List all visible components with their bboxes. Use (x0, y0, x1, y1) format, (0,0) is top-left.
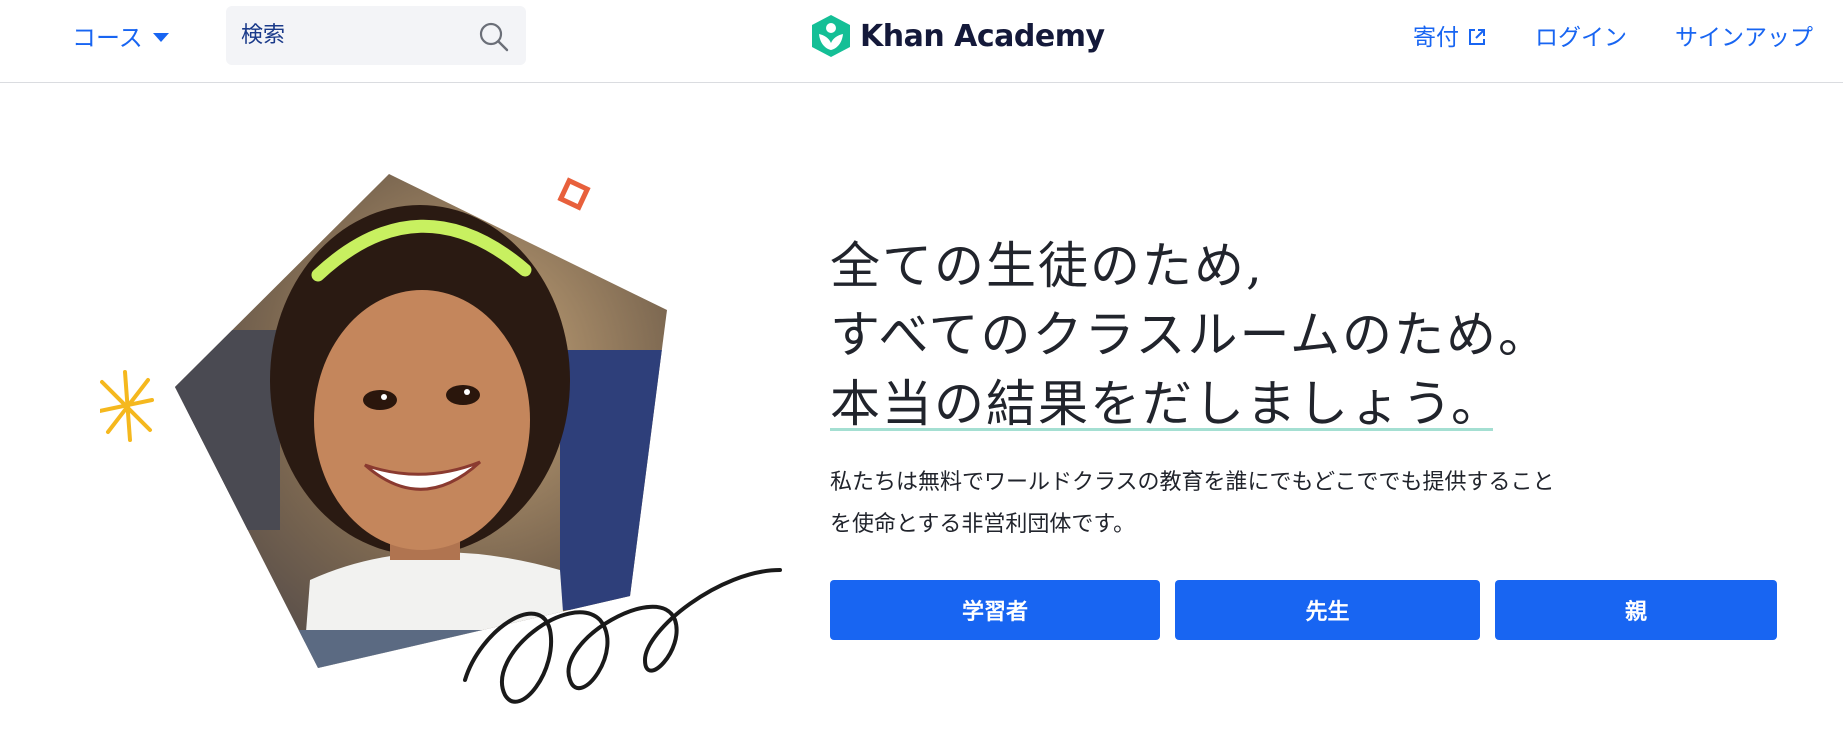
search-icon[interactable] (478, 21, 510, 53)
header-nav: 寄付 ログイン サインアップ (1413, 18, 1813, 52)
login-link[interactable]: ログイン (1535, 18, 1627, 52)
login-label: ログイン (1535, 25, 1627, 51)
courses-menu-button[interactable]: コース (72, 18, 169, 52)
mission-line-1: 私たちは無料でワールドクラスの教育を誰にでもどこででも提供すること (830, 470, 1555, 495)
logo-text: Khan Academy (860, 18, 1105, 54)
khan-academy-leaf-icon (812, 15, 850, 57)
caret-down-icon (152, 32, 169, 42)
donate-label: 寄付 (1413, 25, 1459, 51)
mission-statement: 私たちは無料でワールドクラスの教育を誰にでもどこででも提供すること を使命とする… (830, 462, 1660, 546)
signup-label: サインアップ (1675, 25, 1813, 51)
hero-headline: 全ての生徒のため, すべてのクラスルームのため。 本当の結果をだしましょう。 (830, 232, 1550, 439)
teacher-button[interactable]: 先生 (1175, 580, 1480, 640)
headline-underline (830, 428, 1493, 431)
parent-button[interactable]: 親 (1495, 580, 1777, 640)
search-box (226, 6, 526, 65)
khan-academy-logo[interactable]: Khan Academy (810, 14, 1105, 58)
donate-link[interactable]: 寄付 (1413, 18, 1487, 52)
external-link-icon (1469, 29, 1485, 45)
headline-line-1: 全ての生徒のため, (830, 237, 1264, 295)
learner-button[interactable]: 学習者 (830, 580, 1160, 640)
site-header: コース Khan Academy 寄付 ログイン サ (0, 0, 1843, 83)
signup-link[interactable]: サインアップ (1675, 18, 1813, 52)
hero-photo (100, 174, 782, 704)
courses-label: コース (72, 23, 143, 52)
headline-line-2: すべてのクラスルームのため。 (830, 306, 1550, 364)
hero-illustration (100, 150, 800, 710)
star-decoration (100, 370, 154, 442)
mission-line-2: を使命とする非営利団体です。 (830, 512, 1136, 537)
diamond-decoration (557, 177, 591, 211)
